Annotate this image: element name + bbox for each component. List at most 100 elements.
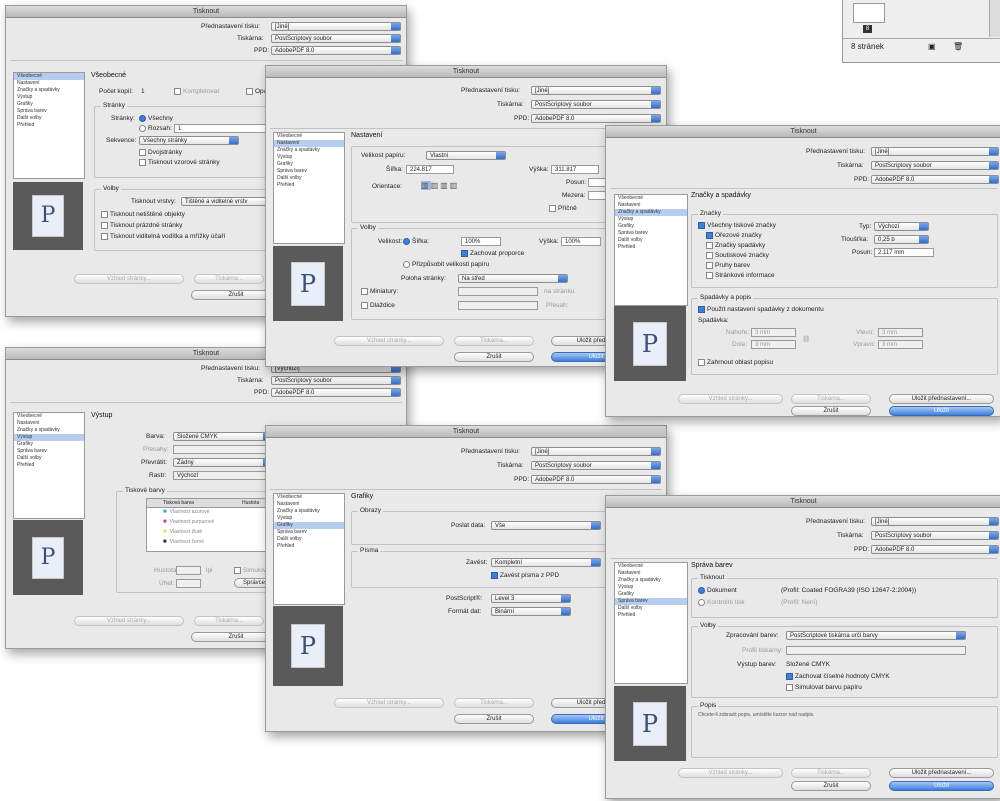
ppd-fonts-checkbox[interactable]: Zavést písma z PPD	[500, 572, 559, 579]
save-preset-button[interactable]: Uložit přednastavení...	[889, 394, 994, 404]
category-item[interactable]: Výstup	[274, 154, 344, 161]
printer-button[interactable]: Tiskárna...	[454, 336, 534, 346]
category-item[interactable]: Přehled	[615, 244, 687, 251]
preset-select[interactable]: [Jiné]	[871, 517, 999, 526]
ppd-select[interactable]: AdobePDF 8.0	[871, 545, 999, 554]
scale-width-radio[interactable]: Šířka:	[412, 238, 429, 245]
simulate-paper-checkbox[interactable]: Simulovat barvu papíru	[795, 684, 862, 691]
category-item[interactable]: Další volby	[615, 605, 687, 612]
range-field[interactable]: 1	[174, 124, 269, 133]
category-item[interactable]: Grafiky	[615, 223, 687, 230]
category-item[interactable]: Správa barev	[274, 529, 344, 536]
category-item[interactable]: Všeobecné	[274, 133, 344, 140]
all-pages-radio[interactable]: Všechny	[148, 115, 173, 122]
preset-select[interactable]: [Jiné]	[531, 447, 661, 456]
category-list[interactable]: Všeobecné Nastavení Značky a spadávky Vý…	[614, 562, 688, 684]
preset-select[interactable]: [Jiné]	[271, 22, 401, 31]
marks-offset-field[interactable]: 2.117 mm	[874, 248, 934, 257]
bleed-left-field[interactable]: 3 mm	[878, 328, 923, 337]
trapping-select[interactable]	[173, 445, 273, 454]
cancel-button[interactable]: Zrušit	[791, 781, 871, 791]
category-list[interactable]: Všeobecné Nastavení Značky a spadávky Vý…	[273, 132, 345, 244]
document-radio[interactable]: Dokument	[707, 587, 737, 594]
preset-select[interactable]: [Jiné]	[531, 86, 661, 95]
chain-icon[interactable]: ⛓	[802, 335, 810, 343]
collate-checkbox[interactable]: Kompletovat	[183, 88, 219, 95]
master-pages-checkbox[interactable]: Tisknout vzorové stránky	[148, 159, 220, 166]
color-select[interactable]: Složené CMYK	[173, 432, 273, 441]
category-item[interactable]: Nastavení	[14, 420, 84, 427]
scale-width-field[interactable]: 100%	[461, 237, 501, 246]
download-select[interactable]: Kompletní	[491, 558, 601, 567]
category-item[interactable]: Grafiky	[274, 522, 344, 529]
marks-weight-select[interactable]: 0,25 b	[874, 235, 929, 244]
category-item[interactable]: Správa barev	[274, 168, 344, 175]
category-item[interactable]: Nastavení	[274, 140, 344, 147]
angle-field[interactable]	[176, 579, 201, 588]
category-item[interactable]: Další volby	[14, 455, 84, 462]
bleed-marks-checkbox[interactable]: Značky spadávky	[715, 242, 765, 249]
cancel-button[interactable]: Zrušit	[454, 352, 534, 362]
category-item[interactable]: Přehled	[14, 122, 84, 129]
crop-marks-checkbox[interactable]: Ořezové značky	[715, 232, 762, 239]
range-radio[interactable]: Rozsah:	[148, 125, 172, 132]
sequence-select[interactable]: Všechny stránky	[139, 136, 239, 145]
ink-row[interactable]: ■ Vlastnost purpurové	[147, 518, 272, 528]
printer-button[interactable]: Tiskárna...	[194, 274, 264, 284]
printer-button[interactable]: Tiskárna...	[791, 394, 871, 404]
page-thumbnail[interactable]	[853, 3, 885, 23]
category-item[interactable]: Další volby	[274, 536, 344, 543]
fit-to-paper-radio[interactable]: Přizpůsobit velikosti papíru	[412, 261, 489, 268]
send-data-select[interactable]: Vše	[491, 521, 601, 530]
page-setup-button[interactable]: Vzhled stránky...	[678, 768, 783, 778]
category-list[interactable]: Všeobecné Nastavení Značky a spadávky Vý…	[614, 194, 688, 306]
page-position-select[interactable]: Na střed	[458, 274, 568, 283]
ppd-select[interactable]: AdobePDF 8.0	[531, 114, 661, 123]
printer-select[interactable]: PostScriptový soubor	[531, 461, 661, 470]
category-item[interactable]: Značky a spadávky	[615, 577, 687, 584]
category-item[interactable]: Další volby	[14, 115, 84, 122]
screening-select[interactable]: Výchozí	[173, 471, 273, 480]
printer-profile-select[interactable]	[786, 646, 966, 655]
page-setup-button[interactable]: Vzhled stránky...	[74, 616, 184, 626]
use-document-bleed-checkbox[interactable]: Použít nastavení spadávky z dokumentu	[707, 306, 824, 313]
category-item[interactable]: Značky a spadávky	[14, 87, 84, 94]
printer-button[interactable]: Tiskárna...	[194, 616, 264, 626]
save-button[interactable]: Uložit	[889, 781, 994, 791]
postscript-select[interactable]: Level 3	[491, 594, 571, 603]
category-item[interactable]: Všeobecné	[14, 73, 84, 80]
printer-select[interactable]: PostScriptový soubor	[871, 531, 999, 540]
ink-row[interactable]: ■ Vlastnost žluté	[147, 528, 272, 538]
nonprinting-checkbox[interactable]: Tisknout netištěné objekty	[110, 211, 185, 218]
page-setup-button[interactable]: Vzhled stránky...	[334, 336, 444, 346]
ppd-select[interactable]: AdobePDF 8.0	[871, 175, 999, 184]
ink-row[interactable]: ■ Vlastnost azurové	[147, 508, 272, 518]
portrait-icon[interactable]: ▥	[421, 181, 431, 190]
category-item[interactable]: Grafiky	[14, 441, 84, 448]
category-item[interactable]: Nastavení	[14, 80, 84, 87]
category-item[interactable]: Výstup	[615, 584, 687, 591]
category-item[interactable]: Značky a spadávky	[274, 508, 344, 515]
bleed-bottom-field[interactable]: 3 mm	[751, 340, 796, 349]
category-item[interactable]: Výstup	[615, 216, 687, 223]
marks-type-select[interactable]: Výchozí	[874, 222, 929, 231]
blank-pages-checkbox[interactable]: Tisknout prázdné stránky	[110, 222, 182, 229]
page-info-checkbox[interactable]: Stránkové informace	[715, 272, 775, 279]
printer-button[interactable]: Tiskárna...	[791, 768, 871, 778]
trash-icon[interactable]: 🗑	[953, 42, 963, 51]
color-handling-select[interactable]: PostScriptové tiskárna určí barvy	[786, 631, 966, 640]
printer-select[interactable]: PostScriptový soubor	[531, 100, 661, 109]
new-page-icon[interactable]: ▣	[928, 42, 936, 51]
category-item[interactable]: Grafiky	[615, 591, 687, 598]
category-item[interactable]: Správa barev	[14, 448, 84, 455]
paper-height-field[interactable]: 311.817	[551, 165, 599, 174]
all-marks-checkbox[interactable]: Všechny tiskové značky	[707, 222, 776, 229]
ink-row[interactable]: ■ Vlastnost černé	[147, 538, 272, 548]
category-item[interactable]: Přehled	[274, 182, 344, 189]
category-item[interactable]: Správa barev	[615, 598, 687, 605]
preserve-cmyk-checkbox[interactable]: Zachovat číselné hodnoty CMYK	[795, 673, 890, 680]
page-setup-button[interactable]: Vzhled stránky...	[334, 698, 444, 708]
category-item[interactable]: Značky a spadávky	[615, 209, 687, 216]
category-item[interactable]: Grafiky	[274, 161, 344, 168]
proof-radio[interactable]: Kontrolní tisk	[707, 599, 745, 606]
